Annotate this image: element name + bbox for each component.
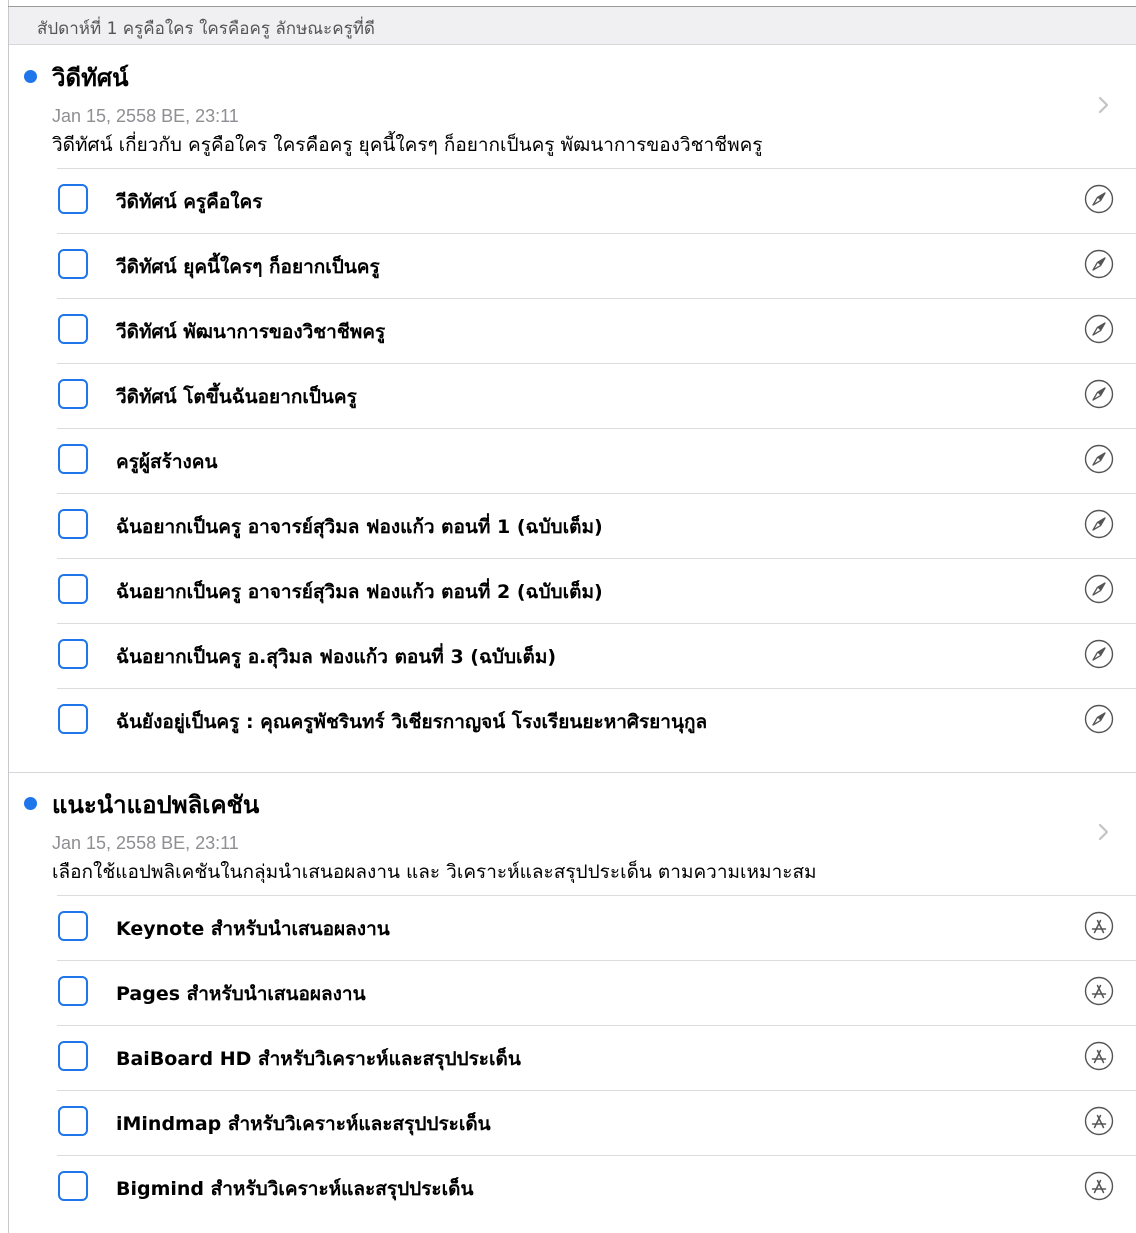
list-item[interactable]: วีดิทัศน์ ยุคนี้ใครๆ ก็อยากเป็นครู [9, 233, 1136, 298]
list-item[interactable]: ฉันอยากเป็นครู อ.สุวิมล ฟองแก้ว ตอนที่ 3… [9, 623, 1136, 688]
unread-dot-icon [24, 70, 37, 83]
safari-compass-icon[interactable] [1084, 509, 1114, 539]
list-item[interactable]: วีดิทัศน์ โตขึ้นฉันอยากเป็นครู [9, 363, 1136, 428]
safari-compass-icon[interactable] [1084, 704, 1114, 734]
item-label: วีดิทัศน์ โตขึ้นฉันอยากเป็นครู [116, 386, 357, 408]
list-item[interactable]: ครูผู้สร้างคน [9, 428, 1136, 493]
row-divider [57, 558, 1136, 559]
item-checkbox[interactable] [58, 639, 88, 669]
list-item[interactable]: วีดิทัศน์ พัฒนาการของวิชาชีพครู [9, 298, 1136, 363]
item-label: วีดิทัศน์ พัฒนาการของวิชาชีพครู [116, 321, 386, 343]
item-checkbox[interactable] [58, 379, 88, 409]
app-store-icon[interactable] [1084, 976, 1114, 1006]
item-checkbox[interactable] [58, 1106, 88, 1136]
row-divider [57, 233, 1136, 234]
safari-compass-icon[interactable] [1084, 184, 1114, 214]
item-label: ฉันอยากเป็นครู อาจารย์สุวิมล ฟองแก้ว ตอน… [116, 581, 603, 603]
list-item[interactable]: Bigmind สำหรับวิเคราะห์และสรุปประเด็น [9, 1155, 1136, 1220]
row-divider [57, 428, 1136, 429]
item-label: วีดิทัศน์ ยุคนี้ใครๆ ก็อยากเป็นครู [116, 256, 380, 278]
row-divider [57, 1155, 1136, 1156]
item-label: iMindmap สำหรับวิเคราะห์และสรุปประเด็น [116, 1113, 491, 1135]
section-title: วิดีทัศน์ [52, 64, 129, 92]
unread-dot-icon [24, 797, 37, 810]
chevron-right-icon[interactable] [1092, 821, 1114, 843]
item-checkbox[interactable] [58, 911, 88, 941]
section-description: วิดีทัศน์ เกี่ยวกับ ครูคือใคร ใครคือครู … [52, 134, 763, 156]
app-store-icon[interactable] [1084, 1171, 1114, 1201]
row-divider [57, 895, 1136, 896]
item-label: Bigmind สำหรับวิเคราะห์และสรุปประเด็น [116, 1178, 474, 1200]
item-checkbox[interactable] [58, 574, 88, 604]
row-divider [57, 298, 1136, 299]
section-description: เลือกใช้แอปพลิเคชันในกลุ่มนำเสนอผลงาน แล… [52, 861, 817, 883]
safari-compass-icon[interactable] [1084, 314, 1114, 344]
list-item[interactable]: ฉันยังอยู่เป็นครู : คุณครูพัชรินทร์ วิเช… [9, 688, 1136, 753]
item-checkbox[interactable] [58, 1171, 88, 1201]
section-videos: วิดีทัศน์ Jan 15, 2558 BE, 23:11 วิดีทัศ… [9, 52, 1136, 753]
list-item[interactable]: Keynote สำหรับนำเสนอผลงาน [9, 895, 1136, 960]
week-header: สัปดาห์ที่ 1 ครูคือใคร ใครคือครู ลักษณะค… [9, 7, 1136, 45]
item-checkbox[interactable] [58, 704, 88, 734]
list-item[interactable]: BaiBoard HD สำหรับวิเคราะห์และสรุปประเด็… [9, 1025, 1136, 1090]
item-checkbox[interactable] [58, 444, 88, 474]
item-label: Pages สำหรับนำเสนอผลงาน [116, 983, 366, 1005]
item-label: ฉันอยากเป็นครู อาจารย์สุวิมล ฟองแก้ว ตอน… [116, 516, 603, 538]
chevron-right-icon[interactable] [1092, 94, 1114, 116]
item-list: Keynote สำหรับนำเสนอผลงาน Pages สำหรับนำเ… [9, 895, 1136, 1220]
list-item[interactable]: iMindmap สำหรับวิเคราะห์และสรุปประเด็น [9, 1090, 1136, 1155]
section-header[interactable]: วิดีทัศน์ Jan 15, 2558 BE, 23:11 วิดีทัศ… [9, 52, 1136, 168]
item-label: ฉันอยากเป็นครู อ.สุวิมล ฟองแก้ว ตอนที่ 3… [116, 646, 557, 668]
section-apps: แนะนำแอปพลิเคชัน Jan 15, 2558 BE, 23:11 … [9, 779, 1136, 1220]
safari-compass-icon[interactable] [1084, 444, 1114, 474]
item-label: ครูผู้สร้างคน [116, 451, 218, 473]
row-divider [57, 493, 1136, 494]
item-label: BaiBoard HD สำหรับวิเคราะห์และสรุปประเด็… [116, 1048, 521, 1070]
section-divider [9, 772, 1136, 773]
safari-compass-icon[interactable] [1084, 249, 1114, 279]
item-label: วีดิทัศน์ ครูคือใคร [116, 191, 263, 213]
item-label: Keynote สำหรับนำเสนอผลงาน [116, 918, 390, 940]
item-checkbox[interactable] [58, 976, 88, 1006]
item-label: ฉันยังอยู่เป็นครู : คุณครูพัชรินทร์ วิเช… [116, 711, 708, 733]
row-divider [57, 960, 1136, 961]
row-divider [57, 623, 1136, 624]
list-item[interactable]: วีดิทัศน์ ครูคือใคร [9, 168, 1136, 233]
item-checkbox[interactable] [58, 509, 88, 539]
safari-compass-icon[interactable] [1084, 574, 1114, 604]
row-divider [57, 1090, 1136, 1091]
list-item[interactable]: Pages สำหรับนำเสนอผลงาน [9, 960, 1136, 1025]
section-title: แนะนำแอปพลิเคชัน [52, 791, 260, 819]
list-item[interactable]: ฉันอยากเป็นครู อาจารย์สุวิมล ฟองแก้ว ตอน… [9, 493, 1136, 558]
safari-compass-icon[interactable] [1084, 379, 1114, 409]
item-list: วีดิทัศน์ ครูคือใครวีดิทัศน์ ยุคนี้ใครๆ … [9, 168, 1136, 753]
week-title: สัปดาห์ที่ 1 ครูคือใคร ใครคือครู ลักษณะค… [37, 19, 375, 39]
app-store-icon[interactable] [1084, 911, 1114, 941]
item-checkbox[interactable] [58, 184, 88, 214]
section-date: Jan 15, 2558 BE, 23:11 [52, 833, 239, 853]
row-divider [57, 688, 1136, 689]
item-checkbox[interactable] [58, 1041, 88, 1071]
section-header[interactable]: แนะนำแอปพลิเคชัน Jan 15, 2558 BE, 23:11 … [9, 779, 1136, 895]
list-item[interactable]: ฉันอยากเป็นครู อาจารย์สุวิมล ฟองแก้ว ตอน… [9, 558, 1136, 623]
section-date: Jan 15, 2558 BE, 23:11 [52, 106, 239, 126]
item-checkbox[interactable] [58, 314, 88, 344]
row-divider [57, 1025, 1136, 1026]
app-store-icon[interactable] [1084, 1041, 1114, 1071]
row-divider [57, 363, 1136, 364]
row-divider [57, 168, 1136, 169]
item-checkbox[interactable] [58, 249, 88, 279]
app-store-icon[interactable] [1084, 1106, 1114, 1136]
safari-compass-icon[interactable] [1084, 639, 1114, 669]
